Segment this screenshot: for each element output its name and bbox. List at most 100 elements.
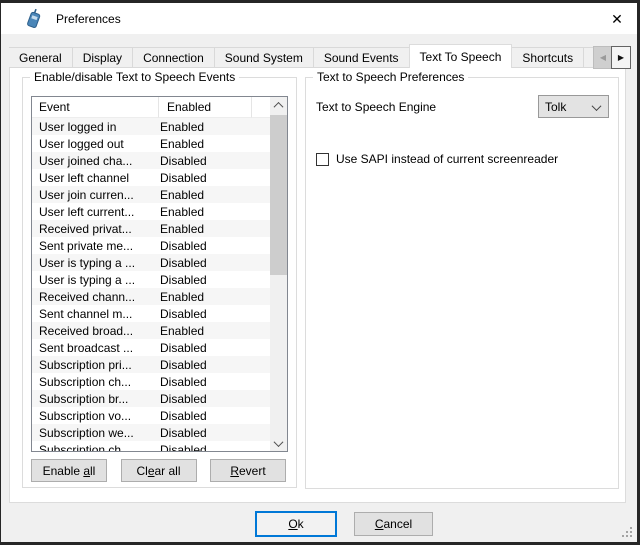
table-row[interactable]: User is typing a ... Disabled xyxy=(32,271,270,288)
button-label: Ok xyxy=(288,517,303,531)
enabled-cell: Enabled xyxy=(160,137,270,151)
tts-engine-select[interactable]: Tolk xyxy=(538,95,609,118)
group-tts-preferences: Text to Speech Preferences Text to Speec… xyxy=(305,77,619,489)
sapi-checkbox-row[interactable]: Use SAPI instead of current screenreader xyxy=(316,152,558,166)
enabled-cell: Disabled xyxy=(160,273,270,287)
tab-scroll-right-icon[interactable]: ▶ xyxy=(611,46,631,69)
table-row[interactable]: User is typing a ... Disabled xyxy=(32,254,270,271)
event-cell: Sent private me... xyxy=(32,239,160,253)
event-cell: User is typing a ... xyxy=(32,256,160,270)
sapi-checkbox-label: Use SAPI instead of current screenreader xyxy=(336,152,558,166)
tab-strip: GeneralDisplayConnectionSound SystemSoun… xyxy=(9,44,626,68)
column-header-filler xyxy=(252,97,270,118)
event-cell: User join curren... xyxy=(32,188,160,202)
list-header: Event Enabled xyxy=(32,97,270,118)
table-row[interactable]: Sent channel m... Disabled xyxy=(32,305,270,322)
table-row[interactable]: User join curren... Enabled xyxy=(32,186,270,203)
event-cell: Subscription ch... xyxy=(32,443,160,452)
table-row[interactable]: Received broad... Enabled xyxy=(32,322,270,339)
clear-all-button[interactable]: Clear all xyxy=(121,459,197,482)
scroll-up-icon[interactable] xyxy=(270,97,287,113)
vertical-scrollbar[interactable] xyxy=(270,97,287,451)
event-cell: User left channel xyxy=(32,171,160,185)
tab-scroll-left-icon[interactable]: ◀ xyxy=(593,46,613,69)
tab-item[interactable]: Sound System xyxy=(214,47,314,68)
chevron-down-icon xyxy=(592,101,602,111)
tab-item[interactable]: Shortcuts xyxy=(511,47,584,68)
event-cell: User is typing a ... xyxy=(32,273,160,287)
enabled-cell: Enabled xyxy=(160,222,270,236)
column-header-event[interactable]: Event xyxy=(32,97,159,118)
table-row[interactable]: Received privat... Enabled xyxy=(32,220,270,237)
enabled-cell: Enabled xyxy=(160,290,270,304)
event-cell: Received broad... xyxy=(32,324,160,338)
tts-events-list: Event Enabled User logged in Enabled Use… xyxy=(31,96,288,452)
ok-button[interactable]: Ok xyxy=(255,511,337,537)
enabled-cell: Enabled xyxy=(160,120,270,134)
scrollbar-thumb[interactable] xyxy=(270,115,287,275)
sapi-checkbox[interactable] xyxy=(316,153,329,166)
app-icon xyxy=(24,8,44,30)
revert-button[interactable]: Revert xyxy=(210,459,286,482)
title-bar: Preferences ✕ xyxy=(1,3,637,34)
table-row[interactable]: Sent broadcast ... Disabled xyxy=(32,339,270,356)
group-tts-events: Enable/disable Text to Speech Events Eve… xyxy=(22,77,297,488)
table-row[interactable]: User left channel Disabled xyxy=(32,169,270,186)
window-title: Preferences xyxy=(56,12,121,26)
list-rows: User logged in Enabled User logged out E… xyxy=(32,118,270,451)
table-row[interactable]: User logged out Enabled xyxy=(32,135,270,152)
close-icon[interactable]: ✕ xyxy=(603,7,631,31)
tab-item[interactable]: General xyxy=(9,47,73,68)
table-row[interactable]: User logged in Enabled xyxy=(32,118,270,135)
table-row[interactable]: User left current... Enabled xyxy=(32,203,270,220)
table-row[interactable]: Subscription vo... Disabled xyxy=(32,407,270,424)
enable-all-button[interactable]: Enable all xyxy=(31,459,107,482)
event-cell: Received privat... xyxy=(32,222,160,236)
enabled-cell: Disabled xyxy=(160,239,270,253)
enabled-cell: Disabled xyxy=(160,154,270,168)
event-cell: Received chann... xyxy=(32,290,160,304)
table-row[interactable]: User joined cha... Disabled xyxy=(32,152,270,169)
table-row[interactable]: Sent private me... Disabled xyxy=(32,237,270,254)
table-row[interactable]: Subscription br... Disabled xyxy=(32,390,270,407)
button-label: Revert xyxy=(230,464,265,478)
event-cell: User joined cha... xyxy=(32,154,160,168)
cancel-button[interactable]: Cancel xyxy=(354,512,433,536)
tab-page-text-to-speech: Enable/disable Text to Speech Events Eve… xyxy=(9,67,626,503)
enabled-cell: Enabled xyxy=(160,205,270,219)
enabled-cell: Disabled xyxy=(160,426,270,440)
button-label: Cancel xyxy=(375,517,412,531)
preferences-dialog: Preferences ✕ GeneralDisplayConnectionSo… xyxy=(1,3,637,542)
event-cell: Subscription br... xyxy=(32,392,160,406)
tab-item[interactable]: Sound Events xyxy=(313,47,410,68)
table-row[interactable]: Subscription we... Disabled xyxy=(32,424,270,441)
column-header-enabled[interactable]: Enabled xyxy=(159,97,252,118)
enabled-cell: Disabled xyxy=(160,443,270,452)
button-label: Enable all xyxy=(43,464,96,478)
event-cell: User logged out xyxy=(32,137,160,151)
enabled-cell: Enabled xyxy=(160,324,270,338)
enabled-cell: Disabled xyxy=(160,375,270,389)
scroll-down-icon[interactable] xyxy=(270,435,287,451)
event-cell: Subscription vo... xyxy=(32,409,160,423)
tab-item[interactable]: Display xyxy=(72,47,133,68)
tab-item[interactable]: Connection xyxy=(132,47,215,68)
resize-grip[interactable] xyxy=(622,527,634,539)
enabled-cell: Disabled xyxy=(160,171,270,185)
selected-engine-value: Tolk xyxy=(545,100,566,114)
tab-item[interactable]: Text To Speech xyxy=(409,44,513,68)
event-cell: Subscription ch... xyxy=(32,375,160,389)
event-cell: User left current... xyxy=(32,205,160,219)
table-row[interactable]: Subscription ch... Disabled xyxy=(32,373,270,390)
enabled-cell: Disabled xyxy=(160,256,270,270)
enabled-cell: Disabled xyxy=(160,358,270,372)
table-row[interactable]: Subscription pri... Disabled xyxy=(32,356,270,373)
button-label: Clear all xyxy=(136,464,180,478)
table-row[interactable]: Received chann... Enabled xyxy=(32,288,270,305)
event-cell: User logged in xyxy=(32,120,160,134)
event-cell: Sent channel m... xyxy=(32,307,160,321)
list-button-row: Enable all Clear all Revert xyxy=(31,459,286,482)
group-title: Enable/disable Text to Speech Events xyxy=(30,70,239,84)
table-row[interactable]: Subscription ch... Disabled xyxy=(32,441,270,451)
enabled-cell: Disabled xyxy=(160,341,270,355)
